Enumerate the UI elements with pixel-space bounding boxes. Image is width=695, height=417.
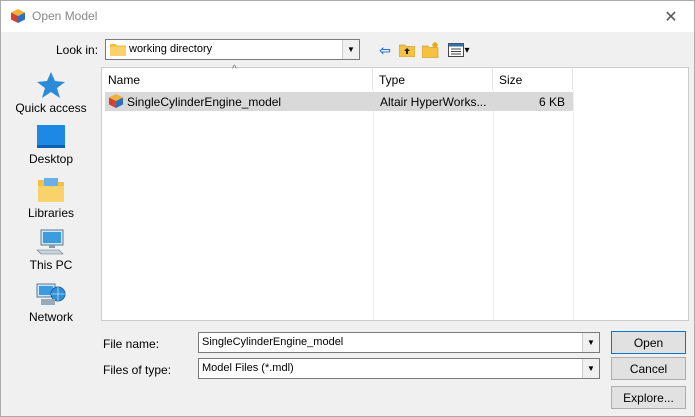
place-label: This PC — [29, 258, 73, 272]
place-label: Libraries — [27, 206, 75, 220]
new-folder-icon[interactable] — [422, 41, 440, 59]
file-row[interactable]: SingleCylinderEngine_model Altair HyperW… — [105, 92, 573, 111]
file-name: SingleCylinderEngine_model — [127, 95, 282, 109]
sort-ascending-icon: ^ — [232, 64, 237, 75]
filetype-value: Model Files (*.mdl) — [202, 362, 294, 374]
title-bar: Open Model ✕ — [1, 1, 694, 32]
column-header-name[interactable]: ^ Name — [102, 64, 373, 90]
folder-icon — [110, 44, 126, 56]
up-folder-icon[interactable] — [399, 41, 415, 59]
column-divider — [373, 90, 374, 320]
chevron-down-icon[interactable]: ▼ — [582, 333, 599, 352]
places-bar: Quick access Desktop Libraries This PC N… — [8, 67, 94, 324]
file-size: 6 KB — [538, 95, 565, 109]
place-libraries[interactable]: Libraries — [8, 176, 94, 226]
column-divider — [573, 90, 574, 320]
file-type: Altair HyperWorks... — [380, 95, 487, 109]
chevron-down-icon[interactable]: ▼ — [342, 40, 359, 59]
libraries-icon — [38, 178, 64, 202]
model-file-icon — [109, 94, 123, 108]
place-label: Desktop — [28, 152, 74, 166]
computer-icon — [36, 229, 64, 255]
open-model-dialog: Open Model ✕ Look in: working directory … — [0, 0, 695, 417]
place-quick-access[interactable]: Quick access — [8, 71, 94, 121]
filename-label: File name: — [103, 337, 160, 351]
filetype-label: Files of type: — [103, 363, 172, 377]
file-list[interactable]: ^ Name Type Size SingleCylinderEngine_mo… — [101, 64, 689, 321]
filename-value: SingleCylinderEngine_model — [202, 336, 344, 348]
lookin-value: working directory — [129, 43, 213, 55]
place-network[interactable]: Network — [8, 280, 94, 330]
chevron-down-icon: ▾ — [464, 44, 470, 56]
cancel-button[interactable]: Cancel — [611, 357, 686, 380]
open-button[interactable]: Open — [611, 331, 686, 354]
place-label: Network — [28, 310, 73, 324]
window-title: Open Model — [32, 9, 98, 23]
filetype-dropdown[interactable]: Model Files (*.mdl) ▼ — [198, 358, 600, 379]
column-header-size[interactable]: Size — [493, 68, 573, 90]
lookin-label: Look in: — [56, 43, 99, 57]
place-label: Quick access — [15, 101, 87, 115]
network-icon — [36, 283, 66, 305]
quick-access-star-icon — [37, 72, 65, 98]
desktop-icon — [37, 125, 65, 148]
lookin-dropdown[interactable]: working directory ▼ — [105, 39, 360, 60]
explore-button[interactable]: Explore... — [611, 386, 686, 409]
back-arrow-icon[interactable]: ⇦ — [377, 41, 393, 59]
place-desktop[interactable]: Desktop — [8, 124, 94, 174]
view-menu-icon[interactable]: ▾ — [445, 41, 473, 59]
filename-input[interactable]: SingleCylinderEngine_model ▼ — [198, 332, 600, 353]
chevron-down-icon[interactable]: ▼ — [582, 359, 599, 378]
app-cube-icon — [11, 9, 25, 23]
column-header-type[interactable]: Type — [373, 68, 493, 90]
close-button[interactable]: ✕ — [648, 1, 694, 32]
place-this-pc[interactable]: This PC — [8, 228, 94, 278]
column-divider — [493, 90, 494, 320]
